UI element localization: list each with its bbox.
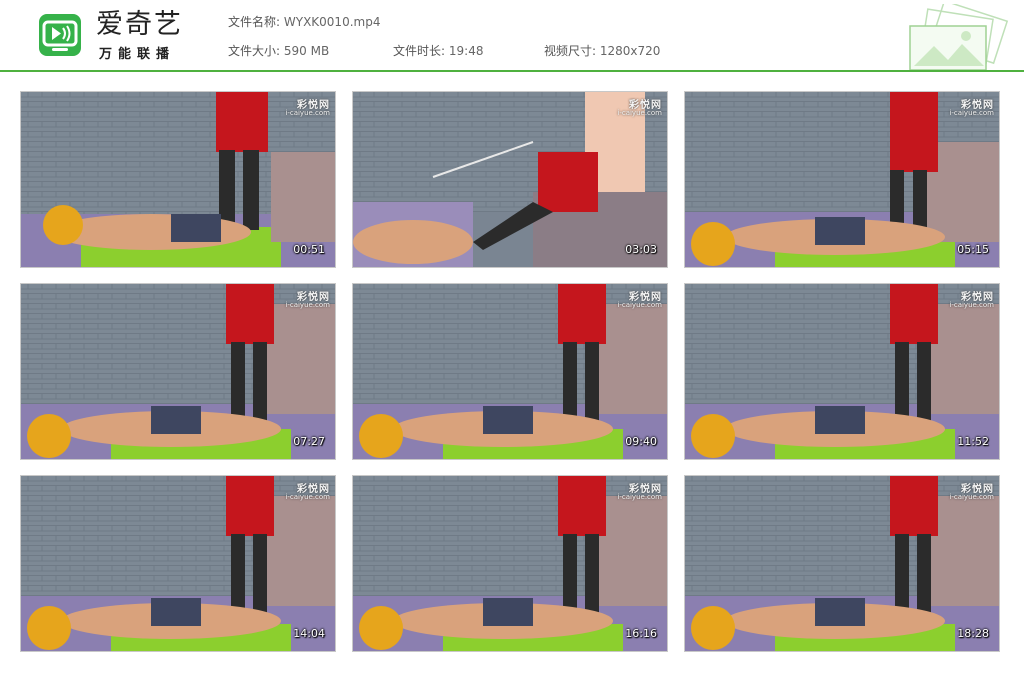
file-size-value: 590 MB	[283, 44, 330, 58]
watermark-url: i-caiyue.com	[617, 493, 662, 501]
thumbnail[interactable]: 彩悦网 i-caiyue.com 07:27	[20, 283, 336, 460]
thumbnail-timestamp: 00:51	[293, 243, 325, 256]
video-frame-image	[685, 92, 999, 267]
file-duration-value: 19:48	[448, 44, 484, 58]
thumbnail-timestamp: 18:28	[957, 627, 989, 640]
thumbnail-timestamp: 07:27	[293, 435, 325, 448]
file-name-label: 文件名称:	[228, 15, 281, 29]
video-frame-image	[353, 92, 667, 267]
thumbnail-timestamp: 11:52	[957, 435, 989, 448]
video-dimensions-info: 视频尺寸: 1280x720	[544, 42, 660, 59]
video-frame-image	[21, 476, 335, 651]
thumbnail[interactable]: 彩悦网 i-caiyue.com 18:28	[684, 475, 1000, 652]
thumbnail[interactable]: 彩悦网 i-caiyue.com 00:51	[20, 91, 336, 268]
thumbnail-timestamp: 09:40	[625, 435, 657, 448]
thumbnail[interactable]: 彩悦网 i-caiyue.com 05:15	[684, 91, 1000, 268]
watermark-url: i-caiyue.com	[949, 493, 994, 501]
brand-name: 爱奇艺	[96, 9, 183, 40]
file-duration-label: 文件时长:	[393, 44, 446, 58]
file-size-label: 文件大小:	[228, 44, 281, 58]
watermark-url: i-caiyue.com	[285, 493, 330, 501]
file-name-info: 文件名称: WYXK0010.mp4	[228, 13, 380, 30]
video-frame-image	[21, 284, 335, 459]
video-dimensions-label: 视频尺寸:	[544, 44, 597, 58]
brand-subtitle: 万能联播	[99, 47, 176, 62]
watermark-url: i-caiyue.com	[949, 109, 994, 117]
thumbnail-timestamp: 05:15	[957, 243, 989, 256]
header: 爱奇艺 万能联播 文件名称: WYXK0010.mp4 文件大小: 590 MB…	[0, 0, 1024, 70]
watermark-url: i-caiyue.com	[285, 301, 330, 309]
thumbnail[interactable]: 彩悦网 i-caiyue.com 09:40	[352, 283, 668, 460]
watermark-url: i-caiyue.com	[617, 301, 662, 309]
video-frame-image	[685, 476, 999, 651]
thumbnail[interactable]: 彩悦网 i-caiyue.com 11:52	[684, 283, 1000, 460]
thumbnail[interactable]: 彩悦网 i-caiyue.com 16:16	[352, 475, 668, 652]
video-frame-image	[353, 476, 667, 651]
thumbnail-timestamp: 16:16	[625, 627, 657, 640]
thumbnail[interactable]: 彩悦网 i-caiyue.com 03:03	[352, 91, 668, 268]
video-frame-image	[685, 284, 999, 459]
file-name-value: WYXK0010.mp4	[283, 15, 381, 29]
iqiyi-tv-icon	[39, 14, 81, 56]
video-frame-image	[353, 284, 667, 459]
video-dimensions-value: 1280x720	[599, 44, 661, 58]
thumbnail-timestamp: 14:04	[293, 627, 325, 640]
header-divider	[0, 70, 1024, 72]
thumbnail[interactable]: 彩悦网 i-caiyue.com 14:04	[20, 475, 336, 652]
file-duration-info: 文件时长: 19:48	[393, 42, 483, 59]
thumbnail-timestamp: 03:03	[625, 243, 657, 256]
file-size-info: 文件大小: 590 MB	[228, 42, 329, 59]
watermark-url: i-caiyue.com	[949, 301, 994, 309]
photo-stack-decoration-icon	[909, 4, 1009, 70]
video-frame-image	[21, 92, 335, 267]
watermark-url: i-caiyue.com	[617, 109, 662, 117]
watermark-url: i-caiyue.com	[285, 109, 330, 117]
